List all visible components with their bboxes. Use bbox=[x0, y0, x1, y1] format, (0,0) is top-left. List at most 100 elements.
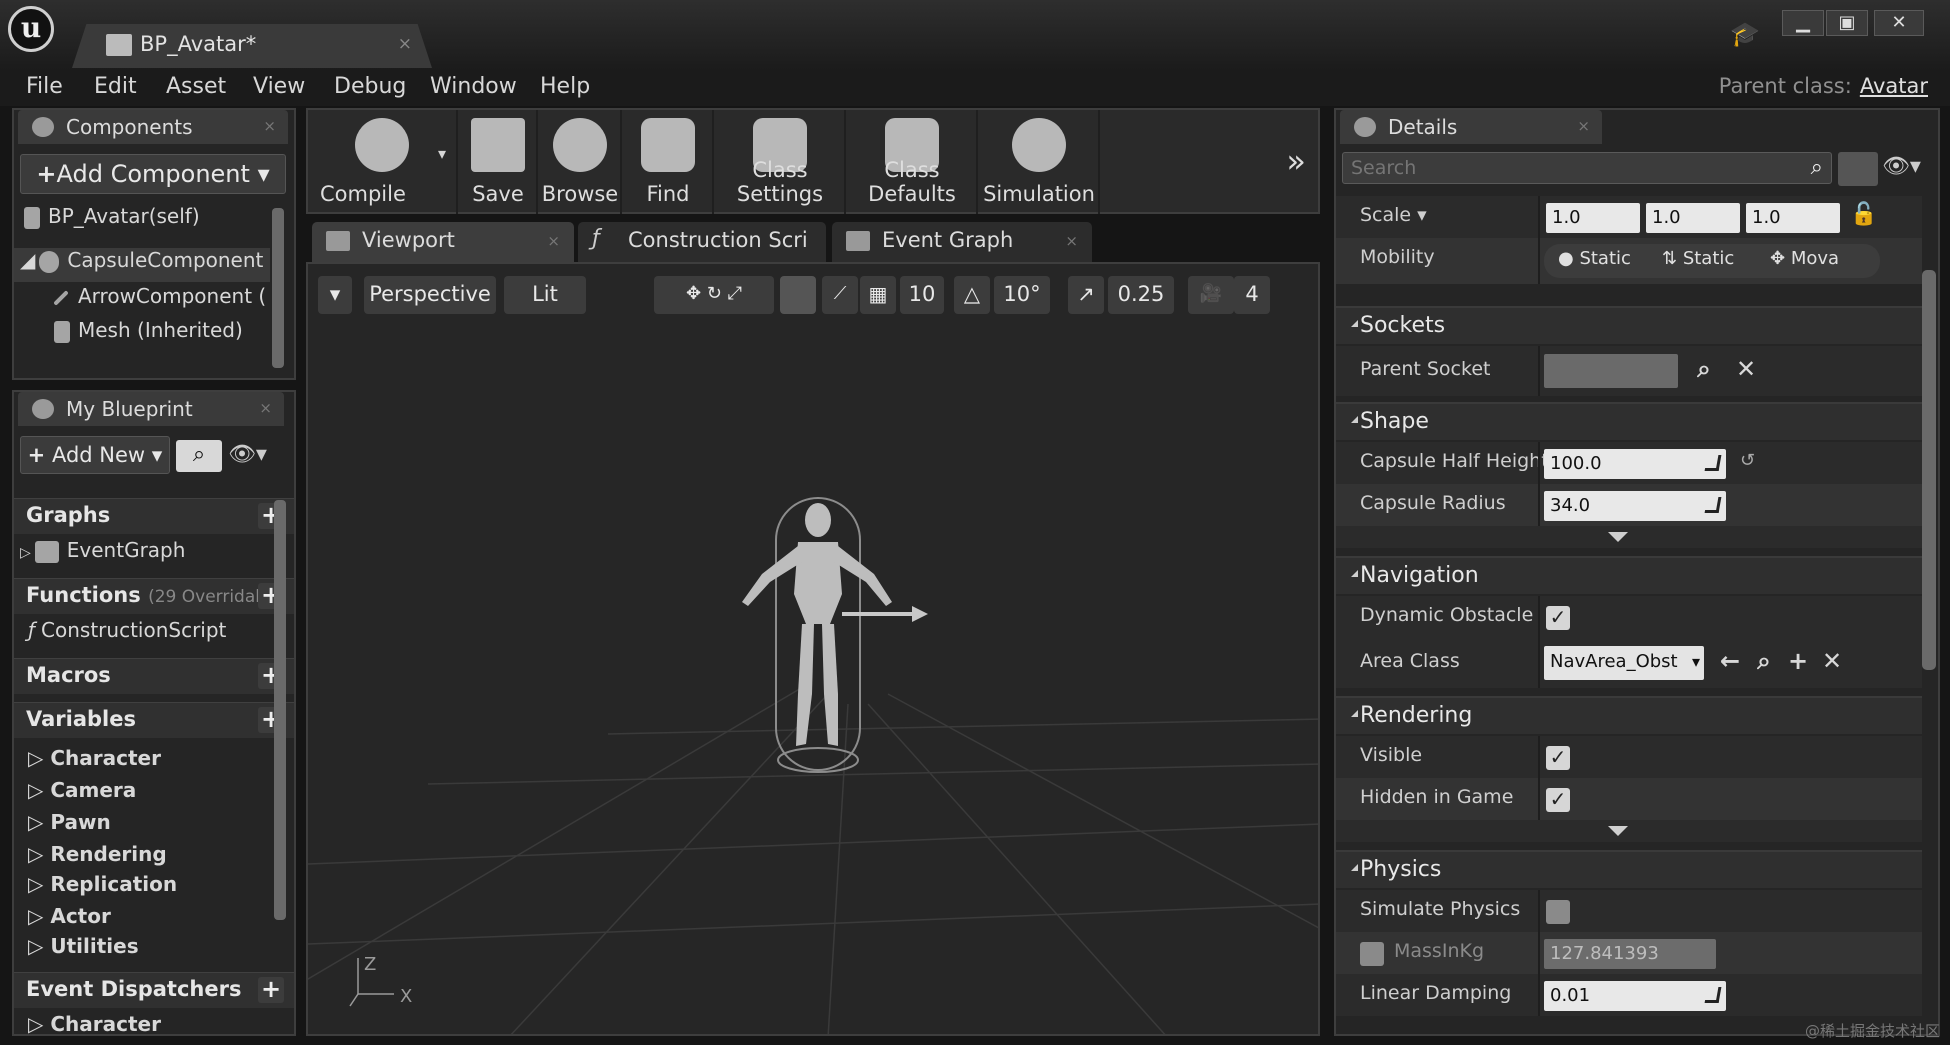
scrollbar[interactable] bbox=[274, 500, 286, 920]
more-tools-icon[interactable]: » bbox=[1286, 142, 1306, 180]
macros-category[interactable]: Macros + bbox=[14, 658, 294, 694]
var-category-utilities[interactable]: ▷ Utilities bbox=[28, 934, 139, 958]
clear-socket-icon[interactable]: ✕ bbox=[1732, 356, 1760, 384]
property-matrix-icon[interactable] bbox=[1838, 152, 1878, 186]
add-dispatcher-button[interactable]: + bbox=[258, 977, 284, 1003]
parent-class-link[interactable]: Avatar bbox=[1860, 74, 1928, 98]
mobility-static-option[interactable]: ● Static bbox=[1558, 248, 1631, 269]
grid-snap-icon[interactable]: ▦ bbox=[860, 276, 896, 314]
linear-damping-field[interactable]: 0.01 bbox=[1544, 981, 1726, 1011]
capsule-radius-field[interactable]: 34.0 bbox=[1544, 491, 1726, 521]
simulation-button[interactable]: Simulation bbox=[980, 110, 1100, 214]
details-tab[interactable]: Details × bbox=[1340, 110, 1602, 144]
browse-socket-icon[interactable]: ⌕ bbox=[1690, 356, 1718, 384]
reset-to-default-icon[interactable]: ↺ bbox=[1740, 450, 1755, 471]
tab-event-graph[interactable]: Event Graph × bbox=[832, 222, 1092, 262]
camera-speed-value[interactable]: 4 bbox=[1234, 276, 1270, 314]
tab-construction-script[interactable]: ƒ Construction Scrip bbox=[578, 222, 826, 262]
class-settings-button[interactable]: Class Settings bbox=[716, 110, 846, 214]
clear-icon[interactable]: ✕ bbox=[1818, 648, 1846, 676]
dispatcher-category-character[interactable]: ▷ Character bbox=[28, 1012, 161, 1034]
close-tab-icon[interactable]: × bbox=[398, 34, 412, 54]
mobility-stationary-option[interactable]: ⇅ Static bbox=[1662, 248, 1734, 269]
menu-help[interactable]: Help bbox=[540, 74, 590, 99]
tab-viewport[interactable]: Viewport × bbox=[312, 222, 574, 262]
details-search[interactable]: ⌕ bbox=[1342, 152, 1832, 184]
add-new-button[interactable]: + Add New ▾ bbox=[20, 436, 170, 474]
construction-script-item[interactable]: ƒ ConstructionScript bbox=[28, 618, 226, 652]
details-scrollbar[interactable] bbox=[1922, 270, 1936, 670]
var-category-camera[interactable]: ▷ Camera bbox=[28, 778, 136, 802]
dynamic-obstacle-checkbox[interactable]: ✓ bbox=[1546, 606, 1570, 630]
use-selected-icon[interactable]: ← bbox=[1716, 648, 1744, 676]
world-local-icon[interactable] bbox=[780, 276, 816, 314]
area-class-dropdown[interactable]: NavArea_Obst ▾ bbox=[1544, 646, 1704, 680]
minimize-button[interactable]: ▁ bbox=[1782, 10, 1824, 36]
eye-visibility-icon[interactable]: 👁▾ bbox=[228, 442, 284, 472]
menu-window[interactable]: Window bbox=[430, 74, 517, 99]
compile-button[interactable]: Compile ▾ bbox=[308, 110, 458, 214]
mobility-toggle[interactable]: ● Static ⇅ Static ✥ Mova bbox=[1544, 244, 1880, 278]
var-category-actor[interactable]: ▷ Actor bbox=[28, 904, 111, 928]
scale-snap-value[interactable]: 0.25 bbox=[1108, 276, 1174, 314]
grid-snap-value[interactable]: 10 bbox=[900, 276, 944, 314]
scrollbar[interactable] bbox=[272, 208, 284, 368]
rendering-section[interactable]: Rendering bbox=[1336, 696, 1922, 734]
navigation-section[interactable]: Navigation bbox=[1336, 556, 1922, 594]
chevron-down-icon[interactable]: ▾ bbox=[1417, 204, 1427, 226]
lock-icon[interactable]: 🔓 bbox=[1850, 202, 1877, 227]
parent-socket-field[interactable] bbox=[1544, 354, 1678, 388]
event-graph-item[interactable]: ▷ EventGraph bbox=[20, 538, 185, 572]
close-tab-icon[interactable]: × bbox=[547, 232, 560, 250]
drag-handle-icon[interactable] bbox=[1704, 987, 1722, 1003]
advanced-expander-row[interactable] bbox=[1336, 820, 1922, 842]
camera-speed-icon[interactable]: 🎥 bbox=[1188, 276, 1234, 314]
maximize-button[interactable]: ▣ bbox=[1826, 10, 1868, 36]
eye-visibility-icon[interactable]: 👁▾ bbox=[1882, 154, 1921, 179]
expand-advanced-icon[interactable] bbox=[1608, 532, 1628, 542]
scale-snap-icon[interactable]: ↗ bbox=[1068, 276, 1104, 314]
tree-item-arrow[interactable]: ArrowComponent ( bbox=[52, 284, 270, 318]
expand-advanced-icon[interactable] bbox=[1608, 826, 1628, 836]
menu-debug[interactable]: Debug bbox=[334, 74, 406, 99]
drag-handle-icon[interactable] bbox=[1704, 497, 1722, 513]
find-button[interactable]: Find bbox=[624, 110, 714, 214]
chevron-down-icon[interactable]: ▾ bbox=[438, 144, 446, 163]
var-category-replication[interactable]: ▷ Replication bbox=[28, 872, 177, 896]
menu-view[interactable]: View bbox=[253, 74, 305, 99]
simulate-physics-checkbox[interactable]: ✓ bbox=[1546, 900, 1570, 924]
sockets-section[interactable]: Sockets bbox=[1336, 306, 1922, 344]
shape-section[interactable]: Shape bbox=[1336, 402, 1922, 440]
menu-edit[interactable]: Edit bbox=[94, 74, 137, 99]
close-window-button[interactable]: ✕ bbox=[1874, 10, 1924, 36]
search-input[interactable] bbox=[1343, 153, 1763, 183]
scale-x-field[interactable]: 1.0 bbox=[1546, 203, 1640, 233]
class-defaults-button[interactable]: Class Defaults bbox=[848, 110, 978, 214]
browse-button[interactable]: Browse bbox=[540, 110, 622, 214]
menu-asset[interactable]: Asset bbox=[166, 74, 226, 99]
tree-item-mesh[interactable]: Mesh (Inherited) bbox=[54, 318, 243, 352]
scale-y-field[interactable]: 1.0 bbox=[1646, 203, 1740, 233]
save-button[interactable]: Save bbox=[460, 110, 538, 214]
visible-checkbox[interactable]: ✓ bbox=[1546, 746, 1570, 770]
functions-category[interactable]: Functions (29 Overridable + bbox=[14, 578, 294, 614]
capsule-half-height-field[interactable]: 100.0 bbox=[1544, 449, 1726, 479]
hidden-in-game-checkbox[interactable]: ✓ bbox=[1546, 788, 1570, 812]
tree-item-capsule[interactable]: ◢ CapsuleComponent ( bbox=[14, 248, 270, 282]
close-tab-icon[interactable]: × bbox=[1065, 232, 1078, 250]
var-category-rendering[interactable]: ▷ Rendering bbox=[28, 842, 167, 866]
advanced-expander-row[interactable] bbox=[1336, 526, 1922, 548]
variables-category[interactable]: Variables + bbox=[14, 702, 294, 738]
close-tab-icon[interactable]: × bbox=[259, 399, 272, 417]
surface-snap-icon[interactable]: ⟋ bbox=[822, 276, 858, 314]
transform-mode-buttons[interactable]: ✥ ↻ ⤢ bbox=[654, 276, 774, 314]
viewport[interactable]: ▾ Perspective Lit ✥ ↻ ⤢ ⟋ ▦ 10 △ 10° ↗ 0… bbox=[306, 262, 1320, 1036]
add-icon[interactable]: + bbox=[1784, 648, 1812, 676]
learn-icon[interactable]: 🎓 bbox=[1730, 20, 1760, 48]
lit-button[interactable]: Lit bbox=[504, 276, 586, 314]
var-category-pawn[interactable]: ▷ Pawn bbox=[28, 810, 111, 834]
physics-section[interactable]: Physics bbox=[1336, 850, 1922, 888]
mobility-movable-option[interactable]: ✥ Mova bbox=[1770, 248, 1839, 269]
var-category-character[interactable]: ▷ Character bbox=[28, 746, 161, 770]
mass-override-checkbox[interactable]: ✓ bbox=[1360, 942, 1384, 966]
